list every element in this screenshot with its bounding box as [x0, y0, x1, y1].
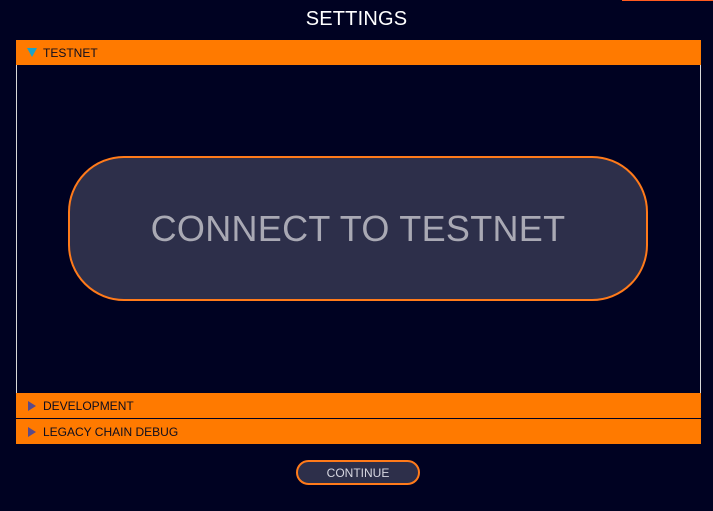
top-accent-line: [622, 0, 713, 1]
triangle-right-icon: [26, 426, 38, 438]
page-title: SETTINGS: [305, 8, 408, 30]
settings-screen: SETTINGS TESTNET CONNECT TO TESTNET DEVE…: [0, 0, 713, 511]
testnet-section-body: CONNECT TO TESTNET: [16, 65, 701, 393]
continue-button[interactable]: CONTINUE: [296, 460, 420, 485]
section-header-testnet[interactable]: TESTNET: [16, 40, 701, 65]
section-header-development[interactable]: DEVELOPMENT: [16, 393, 701, 418]
section-label: TESTNET: [43, 45, 98, 60]
section-label: DEVELOPMENT: [43, 398, 134, 413]
connect-testnet-button[interactable]: CONNECT TO TESTNET: [68, 156, 648, 301]
section-header-legacy-chain-debug[interactable]: LEGACY CHAIN DEBUG: [16, 419, 701, 444]
section-label: LEGACY CHAIN DEBUG: [43, 424, 179, 439]
triangle-down-icon: [26, 47, 38, 59]
settings-panel: TESTNET CONNECT TO TESTNET DEVELOPMENT L…: [16, 40, 701, 444]
triangle-right-icon: [26, 400, 38, 412]
